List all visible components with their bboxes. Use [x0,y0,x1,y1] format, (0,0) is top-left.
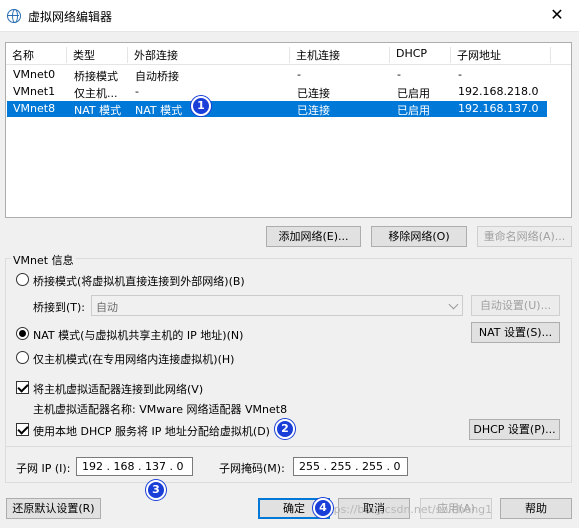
bridge-to-select[interactable]: 自动 [91,295,463,316]
divider [5,446,572,447]
dhcp-label: 使用本地 DHCP 服务将 IP 地址分配给虚拟机(D) [33,425,270,438]
bridge-to-value: 自动 [96,301,118,314]
connect-adapter-label: 将主机虚拟适配器连接到此网络(V) [33,383,204,396]
column-header-name[interactable]: 名称 [6,47,67,63]
network-row-vmnet0[interactable]: VMnet0 桥接模式 自动桥接 - - - [7,67,547,83]
subnet-ip-label: 子网 IP (I): [16,462,71,475]
network-row-vmnet8[interactable]: VMnet8 NAT 模式 NAT 模式 已连接 已启用 192.168.137… [7,101,547,117]
network-row-vmnet1[interactable]: VMnet1 仅主机... - 已连接 已启用 192.168.218.0 [7,84,547,100]
cell-type: 仅主机... [74,87,118,100]
cell-host: - [297,68,301,81]
restore-defaults-button[interactable]: 还原默认设置(R) [6,498,101,519]
subnet-mask-value: 255 . 255 . 255 . 0 [299,460,401,473]
add-network-button[interactable]: 添加网络(E)... [266,226,361,247]
annotation-badge-2: 2 [275,419,295,439]
subnet-mask-input[interactable]: 255 . 255 . 255 . 0 [293,457,408,476]
column-header-external[interactable]: 外部连接 [128,47,290,63]
cell-type: NAT 模式 [74,104,122,117]
window-title: 虚拟网络编辑器 [28,10,113,24]
help-button[interactable]: 帮助 [500,498,572,519]
cell-name: VMnet8 [13,102,56,115]
cell-name: VMnet1 [13,85,56,98]
hostonly-mode-label: 仅主机模式(在专用网络内连接虚拟机)(H) [33,353,235,366]
bridge-to-label: 桥接到(T): [33,301,86,314]
cell-external: 自动桥接 [135,70,179,83]
bridged-mode-radio[interactable] [16,273,29,286]
network-list[interactable]: 名称 类型 外部连接 主机连接 DHCP 子网地址 VMnet0 桥接模式 自动… [5,42,572,218]
column-header-subnet[interactable]: 子网地址 [451,47,551,63]
nat-settings-button[interactable]: NAT 设置(S)... [471,322,560,343]
nat-mode-label: NAT 模式(与虚拟机共享主机的 IP 地址)(N) [33,329,244,342]
cell-external: - [135,85,139,98]
rename-network-button[interactable]: 重命名网络(A)... [477,226,572,247]
watermark: https://blog.csdn.net/shicheng1 [318,503,493,516]
close-icon[interactable]: ✕ [547,5,567,24]
column-header-host[interactable]: 主机连接 [290,47,390,63]
network-list-header: 名称 类型 外部连接 主机连接 DHCP 子网地址 [6,43,571,65]
subnet-ip-value: 192 . 168 . 137 . 0 [82,460,184,473]
hostonly-mode-radio[interactable] [16,351,29,364]
annotation-badge-3: 3 [146,480,166,500]
adapter-name-label: 主机虚拟适配器名称: VMware 网络适配器 VMnet8 [33,403,288,416]
cell-dhcp: - [397,68,401,81]
dhcp-checkbox[interactable] [16,423,29,436]
subnet-ip-input[interactable]: 192 . 168 . 137 . 0 [76,457,193,476]
title-bar: 虚拟网络编辑器 ✕ [0,0,579,32]
cell-subnet: 192.168.137.0 [458,102,539,115]
chevron-down-icon [448,299,459,310]
cell-subnet: 192.168.218.0 [458,85,539,98]
cell-dhcp: 已启用 [397,104,430,117]
annotation-badge-4: 4 [313,498,333,518]
nat-mode-radio[interactable] [16,327,29,340]
column-header-type[interactable]: 类型 [67,47,128,63]
cell-host: 已连接 [297,104,330,117]
connect-adapter-checkbox[interactable] [16,381,29,394]
cell-name: VMnet0 [13,68,56,81]
bridged-mode-label: 桥接模式(将虚拟机直接连接到外部网络)(B) [33,275,245,288]
cell-type: 桥接模式 [74,70,118,83]
dhcp-settings-button[interactable]: DHCP 设置(P)... [469,419,560,440]
subnet-mask-label: 子网掩码(M): [219,462,285,475]
auto-settings-button[interactable]: 自动设置(U)... [471,295,560,316]
annotation-badge-1: 1 [191,96,211,116]
cell-host: 已连接 [297,87,330,100]
column-header-dhcp[interactable]: DHCP [390,47,451,63]
vmnet-info-group [5,258,572,483]
remove-network-button[interactable]: 移除网络(O) [371,226,467,247]
cell-subnet: - [458,68,462,81]
network-globe-icon [7,9,21,23]
vmnet-info-label: VMnet 信息 [11,252,76,268]
cell-dhcp: 已启用 [397,87,430,100]
